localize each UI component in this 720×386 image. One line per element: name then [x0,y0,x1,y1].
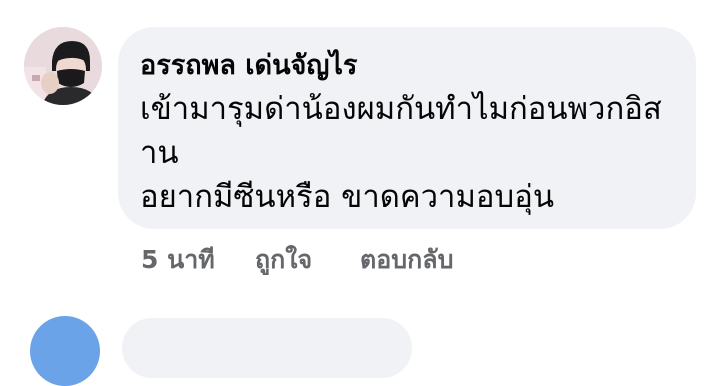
comment-text-line: เข้ามารุมด่าน้องผมกันทำไมก่อนพวกอิส [140,91,662,127]
reply-button[interactable]: ตอบกลับ [360,240,453,280]
next-comment-bubble [122,318,412,378]
next-comment-avatar[interactable] [30,316,100,386]
comment-text: เข้ามารุมด่าน้องผมกันทำไมก่อนพวกอิส าน อ… [140,87,685,219]
comment: อรรถพล เด่นจัญไร เข้ามารุมด่าน้องผมกันทำ… [0,0,720,386]
avatar[interactable] [24,27,102,105]
avatar-photo-icon [24,27,102,105]
like-button[interactable]: ถูกใจ [255,240,312,280]
comment-author[interactable]: อรรถพล เด่นจัญไร [140,43,357,86]
comment-text-line: าน [140,135,179,171]
comment-timestamp[interactable]: 5 นาที [141,240,215,280]
comment-actions: 5 นาที ถูกใจ ตอบกลับ [0,240,720,276]
comment-text-line: อยากมีซีนหรือ ขาดความอบอุ่น [140,179,555,215]
